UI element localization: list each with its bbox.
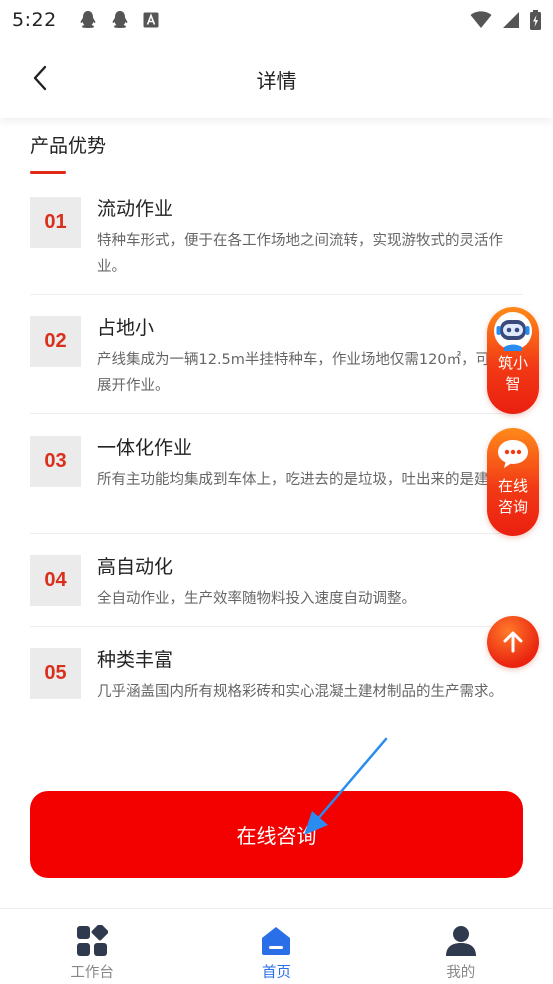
feature-number: 02 [30, 316, 81, 367]
status-bar: 5:22 [0, 0, 553, 40]
qq-icon [80, 11, 96, 28]
feature-description: 全自动作业，生产效率随物料投入速度自动调整。 [97, 591, 416, 607]
robot-icon [494, 312, 532, 351]
feature-number: 03 [30, 436, 81, 487]
back-button[interactable] [26, 64, 54, 92]
battery-icon [530, 10, 541, 30]
feature-title: 流动作业 [97, 198, 174, 220]
feature-title: 一体化作业 [97, 437, 193, 459]
tab-label: 首页 [261, 965, 291, 981]
scroll-to-top-button[interactable] [487, 616, 539, 668]
chevron-left-icon [33, 65, 47, 91]
section-title: 产品优势 [30, 135, 107, 157]
tab-mine[interactable]: 我的 [369, 909, 553, 984]
app-a-icon [143, 12, 159, 28]
qq-icon [112, 11, 128, 28]
divider [30, 413, 523, 414]
tab-workbench[interactable]: 工作台 [0, 909, 184, 984]
nav-bar: 详情 [0, 40, 553, 118]
divider [30, 626, 523, 627]
tab-label: 我的 [446, 965, 476, 981]
annotation-arrow [304, 737, 388, 835]
system-icons [470, 10, 541, 30]
notification-icons [79, 10, 159, 30]
feature-number: 05 [30, 648, 81, 699]
assistant-label: 筑小智 [497, 354, 528, 393]
feature-title: 占地小 [97, 317, 155, 339]
wifi-icon [470, 11, 492, 28]
section-underline [30, 171, 66, 174]
feature-number: 04 [30, 555, 81, 606]
divider [30, 294, 523, 295]
feature-title: 种类丰富 [97, 649, 174, 671]
bottom-tab-bar: 工作台 首页 我的 [0, 908, 553, 984]
home-icon [262, 927, 291, 955]
feature-description: 所有主功能均集成到车体上，吃进去的是垃圾，吐出来的是建材。 [97, 472, 518, 488]
chat-bubble-icon [498, 440, 528, 468]
feature-description: 产线集成为一辆12.5m半挂特种车，作业场地仅需120㎡，可随地展开作业。 [97, 352, 520, 394]
arrow-up-icon [503, 631, 523, 653]
feature-description: 特种车形式，便于在各工作场地之间流转，实现游牧式的灵活作业。 [97, 233, 503, 275]
feature-number: 01 [30, 197, 81, 248]
tab-label: 工作台 [70, 965, 114, 981]
online-consult-float-button[interactable]: 在线咨询 [487, 428, 539, 536]
page-title: 详情 [256, 68, 297, 93]
tab-home[interactable]: 首页 [184, 909, 368, 984]
feature-description: 几乎涵盖国内所有规格彩砖和实心混凝土建材制品的生产需求。 [97, 684, 503, 700]
user-icon [445, 926, 476, 956]
assistant-float-button[interactable]: 筑小智 [487, 307, 539, 414]
grid-apps-icon [77, 925, 109, 956]
status-time: 5:22 [12, 9, 57, 31]
signal-icon [503, 12, 519, 28]
online-consult-button[interactable]: 在线咨询 [30, 791, 523, 878]
feature-title: 高自动化 [97, 556, 174, 578]
consult-float-label: 在线咨询 [497, 477, 528, 516]
divider [30, 533, 523, 534]
